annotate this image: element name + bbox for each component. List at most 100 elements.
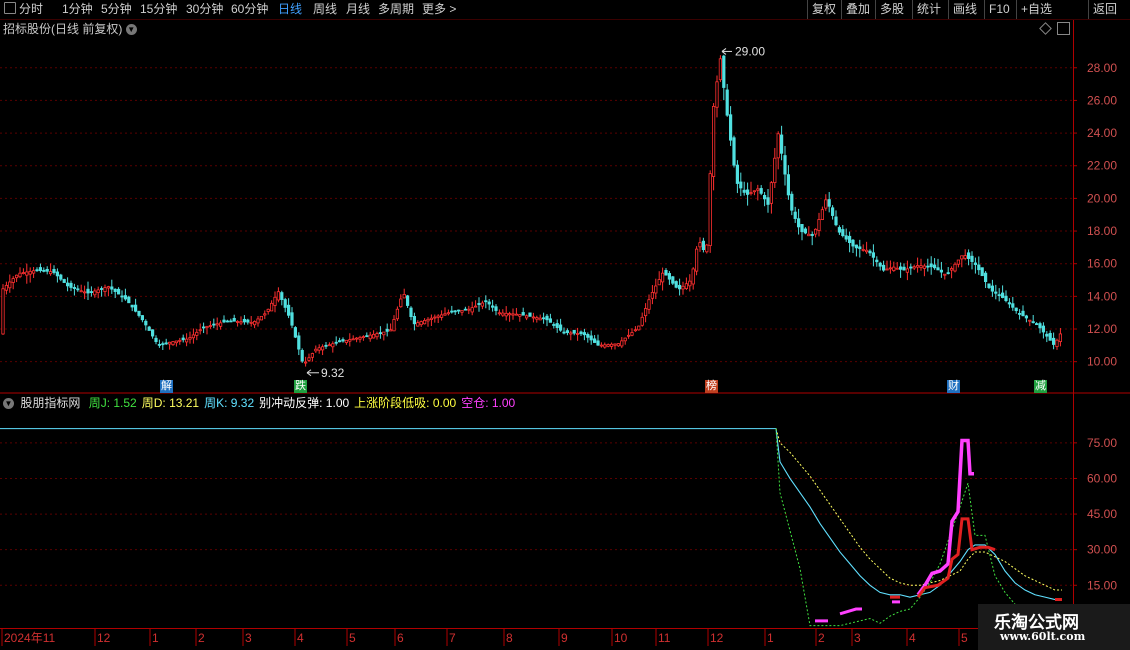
candle-body [548, 318, 553, 323]
candle-body [769, 182, 774, 204]
candle-body [722, 55, 726, 88]
x-tick-label: 1 [767, 631, 774, 645]
period-tab-1[interactable]: 1分钟 [62, 2, 93, 17]
candle-body [888, 267, 893, 270]
candle-body [824, 199, 828, 209]
diamond-icon[interactable] [1039, 22, 1052, 35]
chevron-down-icon[interactable]: ▼ [125, 24, 137, 36]
event-marker-0[interactable]: 解 [160, 380, 173, 393]
candle-body [756, 188, 760, 191]
candle-body [973, 262, 978, 265]
candle-body [18, 272, 22, 278]
toolbar-button-2[interactable]: 多股 [875, 0, 908, 19]
candle-body [171, 341, 175, 346]
toolbar-button-4[interactable]: 画线 [948, 0, 981, 19]
candle-body [936, 267, 940, 271]
x-tick-label: 1 [152, 631, 159, 645]
candle-body [817, 219, 821, 231]
candle-body [637, 325, 641, 331]
candle-body [647, 299, 651, 310]
candle-body [688, 280, 692, 287]
period-tab-3[interactable]: 15分钟 [140, 2, 177, 17]
period-tab-7[interactable]: 周线 [313, 2, 337, 17]
event-marker-2[interactable]: 榜 [705, 380, 718, 393]
candle-body [882, 264, 886, 271]
candle-body [178, 339, 182, 342]
candle-body [691, 268, 695, 285]
event-marker-1[interactable]: 跌 [294, 380, 307, 393]
candle-body [793, 211, 797, 219]
toolbar-button-5[interactable]: F10 [984, 0, 1014, 19]
candle-body [490, 305, 495, 308]
candle-body [525, 315, 529, 319]
candle-body [1035, 323, 1039, 326]
indicator-value-0: 周J: 1.52 [88, 396, 137, 410]
candle-body [803, 228, 808, 234]
toolbar-button-1[interactable]: 叠加 [841, 0, 874, 19]
candle-body [946, 272, 950, 275]
low-arrow-icon [306, 369, 312, 377]
candle-body [1021, 310, 1025, 317]
period-tab-9[interactable]: 多周期 [378, 2, 414, 17]
x-tick-label: 2 [818, 631, 825, 645]
candle-body [205, 326, 209, 329]
candle-body [990, 285, 995, 292]
candle-body [916, 265, 920, 268]
checkbox-icon[interactable] [4, 2, 16, 14]
y-tick-label: 28.00 [1087, 61, 1117, 75]
candle-body [987, 283, 991, 288]
stock-title: 招标股份(日线 前复权) [3, 22, 123, 36]
rebound-signal-line [916, 517, 996, 599]
candle-body [939, 269, 944, 273]
candle-body [953, 263, 957, 272]
candle-body [644, 308, 648, 317]
period-tab-5[interactable]: 60分钟 [231, 2, 268, 17]
candle-body [181, 337, 185, 341]
period-tab-0[interactable]: 分时 [19, 2, 43, 17]
indicator-value-4: 上涨阶段低吸: 0.00 [354, 396, 457, 410]
candle-body [712, 106, 716, 177]
candle-body [610, 343, 614, 347]
period-tab-8[interactable]: 月线 [346, 2, 370, 17]
event-marker-4[interactable]: 减 [1034, 380, 1047, 393]
period-tab-10[interactable]: 更多 > [422, 2, 456, 17]
candle-body [35, 269, 39, 272]
toolbar-button-3[interactable]: 统计 [912, 0, 945, 19]
period-tab-4[interactable]: 30分钟 [186, 2, 223, 17]
y-tick-label: 14.00 [1087, 289, 1117, 303]
candle-body [705, 244, 709, 253]
chevron-down-icon[interactable]: ▼ [3, 398, 14, 410]
candle-body [630, 332, 634, 336]
candle-body [528, 312, 532, 317]
candle-body [117, 288, 121, 295]
candle-body [763, 194, 767, 200]
candle-body [433, 316, 437, 319]
candle-body [174, 340, 178, 344]
candle-body [827, 199, 831, 207]
period-tab-6[interactable]: 日线 [278, 2, 302, 17]
toolbar-button-7[interactable]: 返回 [1088, 0, 1121, 19]
candle-body [110, 286, 114, 290]
candle-body [1038, 323, 1042, 329]
event-marker-3[interactable]: 财 [947, 380, 960, 393]
candle-body [776, 133, 780, 159]
panel-toggle-icon[interactable] [1057, 22, 1070, 35]
toolbar-button-6[interactable]: +自选 [1016, 0, 1056, 19]
candle-body [385, 328, 389, 332]
candle-body [1011, 303, 1015, 308]
candle-body [55, 271, 60, 277]
candle-body [317, 347, 321, 351]
toolbar-button-0[interactable]: 复权 [807, 0, 840, 19]
x-tick-label: 5 [961, 631, 968, 645]
candle-body [307, 357, 311, 361]
candle-body [909, 266, 913, 269]
candle-body [96, 289, 100, 293]
ind-tick-label: 45.00 [1087, 507, 1117, 521]
candle-body [569, 332, 573, 335]
candle-body [878, 262, 882, 267]
period-tab-2[interactable]: 5分钟 [101, 2, 132, 17]
x-tick-label: 6 [397, 631, 404, 645]
x-tick-label: 12 [710, 631, 724, 645]
candle-body [746, 189, 750, 195]
candle-body [320, 346, 325, 351]
